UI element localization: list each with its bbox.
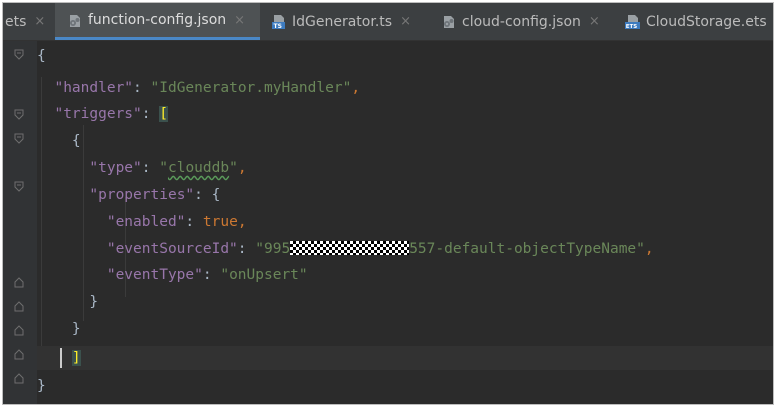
redacted-block <box>290 241 410 255</box>
code-token: : <box>202 267 221 283</box>
tab-label: ets <box>5 13 27 30</box>
tab-function-config-json[interactable]: function-config.json × <box>55 3 260 40</box>
json-string: "995 <box>255 241 291 257</box>
fold-collapse-icon[interactable] <box>14 181 24 192</box>
close-icon[interactable]: × <box>400 14 411 29</box>
text-caret <box>60 348 62 368</box>
editor-gutter <box>3 41 37 404</box>
code-line: } <box>37 317 773 341</box>
close-icon[interactable]: × <box>34 14 45 29</box>
code-token: : <box>141 106 160 122</box>
json-key: "properties" <box>89 187 195 203</box>
close-icon[interactable]: × <box>589 14 600 29</box>
fold-end-icon[interactable] <box>14 277 24 288</box>
code-token: { <box>37 48 46 64</box>
code-token: { <box>71 133 81 149</box>
json-key: "eventSourceId" <box>106 241 238 257</box>
code-token: : <box>185 214 203 230</box>
json-key: "handler" <box>54 80 134 96</box>
tab-cloud-config-json[interactable]: cloud-config.json × <box>435 3 613 40</box>
code-token: , <box>237 214 247 230</box>
code-token: { <box>211 187 221 203</box>
code-line: "eventSourceId": "995 557-default-objectT… <box>37 237 773 261</box>
fold-end-icon[interactable] <box>14 325 24 336</box>
code-token: : <box>133 80 151 96</box>
editor-tab-bar: ets × function-config.json × TS IdGenera… <box>3 3 773 41</box>
json-key: "enabled" <box>106 214 186 230</box>
tab-label: IdGenerator.ts <box>292 13 393 30</box>
code-token: " <box>159 160 168 176</box>
code-token: : <box>237 241 256 257</box>
tab-label: cloud-config.json <box>462 13 581 30</box>
code-token: } <box>71 321 81 337</box>
code-token: , <box>351 80 361 96</box>
json-file-icon <box>441 14 456 29</box>
code-token: , <box>237 160 247 176</box>
code-line-current: ] <box>37 346 773 370</box>
json-key: "triggers" <box>54 106 142 122</box>
json-boolean: true <box>202 214 238 230</box>
tab-label: function-config.json <box>88 12 227 28</box>
code-token: : <box>141 160 160 176</box>
close-icon[interactable]: × <box>234 13 245 28</box>
code-line: { <box>37 129 773 153</box>
json-string: "IdGenerator.myHandler" <box>150 80 352 96</box>
tab-ets[interactable]: ets × <box>3 3 51 40</box>
code-token: } <box>37 378 46 394</box>
fold-end-icon[interactable] <box>14 301 24 312</box>
code-editor[interactable]: { "handler": "IdGenerator.myHandler", "t… <box>37 41 773 404</box>
tab-idgenerator-ts[interactable]: TS IdGenerator.ts × <box>265 3 425 40</box>
code-line: "triggers": [ <box>37 102 773 126</box>
ts-file-icon: TS <box>271 14 286 29</box>
code-token: , <box>644 241 654 257</box>
fold-collapse-icon[interactable] <box>14 109 24 120</box>
tab-cloudstorage-ets[interactable]: ETS CloudStorage.ets <box>619 3 773 40</box>
code-line: "properties": { <box>37 183 773 207</box>
matched-bracket: [ <box>159 106 168 122</box>
json-file-icon <box>67 13 82 28</box>
json-key: "eventType" <box>106 267 203 283</box>
fold-end-icon[interactable] <box>14 349 24 360</box>
code-token: " <box>229 160 238 176</box>
code-token: : <box>194 187 212 203</box>
code-line: } <box>37 374 773 398</box>
code-line: } <box>37 290 773 314</box>
fold-collapse-icon[interactable] <box>14 49 24 60</box>
code-line: "enabled": true, <box>37 210 773 234</box>
ide-window: ets × function-config.json × TS IdGenera… <box>2 2 774 405</box>
json-string: 557-default-objectTypeName" <box>409 241 645 257</box>
matched-bracket: ] <box>71 350 81 366</box>
json-key: "type" <box>89 160 142 176</box>
fold-end-icon[interactable] <box>14 373 24 384</box>
code-line: "type": "clouddb", <box>37 156 773 180</box>
tab-label: CloudStorage.ets <box>646 13 767 30</box>
json-string: "onUpsert" <box>220 267 308 283</box>
code-token: } <box>89 294 99 310</box>
code-line: { <box>37 44 773 68</box>
code-line: "eventType": "onUpsert" <box>37 263 773 287</box>
ets-file-icon: ETS <box>625 14 640 29</box>
svg-text:ETS: ETS <box>626 24 638 29</box>
json-string-spellcheck: clouddb <box>167 160 230 176</box>
svg-text:TS: TS <box>274 23 282 29</box>
fold-collapse-icon[interactable] <box>14 133 24 144</box>
code-line: "handler": "IdGenerator.myHandler", <box>37 76 773 100</box>
